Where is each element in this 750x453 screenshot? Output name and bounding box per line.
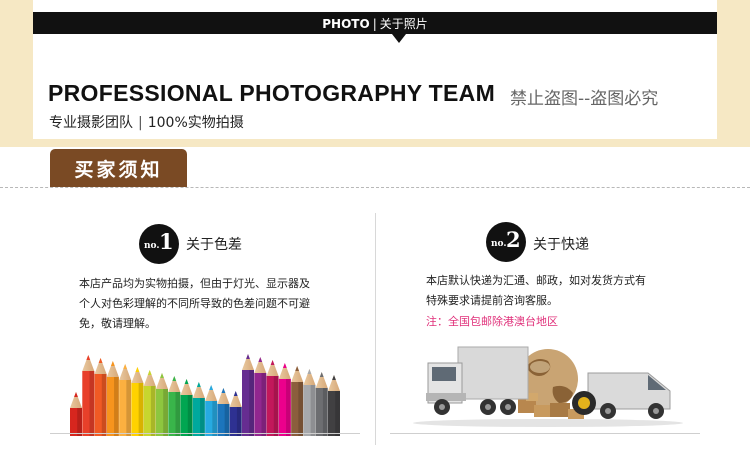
subtitle: 专业摄影团队 | 100%实物拍摄: [49, 112, 244, 132]
text-line: 个人对色彩理解的不同所导致的色差问题不可避: [79, 297, 310, 310]
subtitle-left: 专业摄影团队: [49, 115, 133, 131]
right-base-line: [390, 433, 700, 434]
photo-header-panel: PHOTO | 关于照片 PROFESSIONAL PHOTOGRAPHY TEAM…: [33, 0, 717, 139]
number-badge-1: no. 1: [139, 224, 179, 264]
left-base-line: [50, 433, 360, 434]
photo-bar-cn: 关于照片: [379, 17, 428, 31]
column-divider: [375, 213, 376, 445]
shipping-text: 本店默认快递为汇通、邮政，如对发货方式有 特殊要求请提前咨询客服。: [426, 271, 646, 311]
buyer-notice-tab: 买家须知: [50, 149, 187, 187]
color-difference-title: 关于色差: [186, 237, 242, 253]
headline-cn: 禁止盗图--盗图必究: [510, 89, 659, 109]
buyer-notice-tab-label: 买家须知: [74, 159, 163, 181]
headline-en: PROFESSIONAL PHOTOGRAPHY TEAM: [48, 80, 496, 106]
text-line: 本店产品均为实物拍摄，但由于灯光、显示器及: [79, 277, 310, 290]
number-badge-2: no. 2: [486, 222, 526, 262]
badge-no-label: no.: [144, 241, 160, 251]
badge-number: 1: [159, 229, 174, 254]
photo-bar-en: PHOTO: [322, 17, 370, 31]
text-line: 本店默认快递为汇通、邮政，如对发货方式有: [426, 274, 646, 287]
photo-bar-sep: |: [372, 17, 377, 31]
colored-pencils-image: [70, 354, 340, 436]
badge-number: 2: [506, 227, 521, 252]
shipping-note: 注：全国包邮除港澳台地区: [426, 315, 558, 328]
bar-down-arrow-icon: [392, 34, 406, 43]
color-difference-text: 本店产品均为实物拍摄，但由于灯光、显示器及 个人对色彩理解的不同所导致的色差问题…: [79, 274, 310, 334]
subtitle-right: 100%实物拍摄: [147, 115, 244, 131]
photo-bar-text: PHOTO | 关于照片: [33, 15, 717, 32]
buyer-notice-panel: 买家须知 no. 1 关于色差 本店产品均为实物拍摄，但由于灯光、显示器及 个人…: [0, 147, 750, 453]
subtitle-sep: |: [138, 115, 143, 131]
text-line: 免，敬请理解。: [79, 317, 156, 330]
badge-no-label: no.: [491, 239, 507, 249]
tab-dashed-divider: [0, 187, 750, 188]
text-line: 特殊要求请提前咨询客服。: [426, 294, 558, 307]
shipping-title: 关于快递: [533, 237, 589, 253]
delivery-trucks-image: [413, 346, 683, 427]
photo-title-bar: PHOTO | 关于照片: [33, 12, 717, 34]
